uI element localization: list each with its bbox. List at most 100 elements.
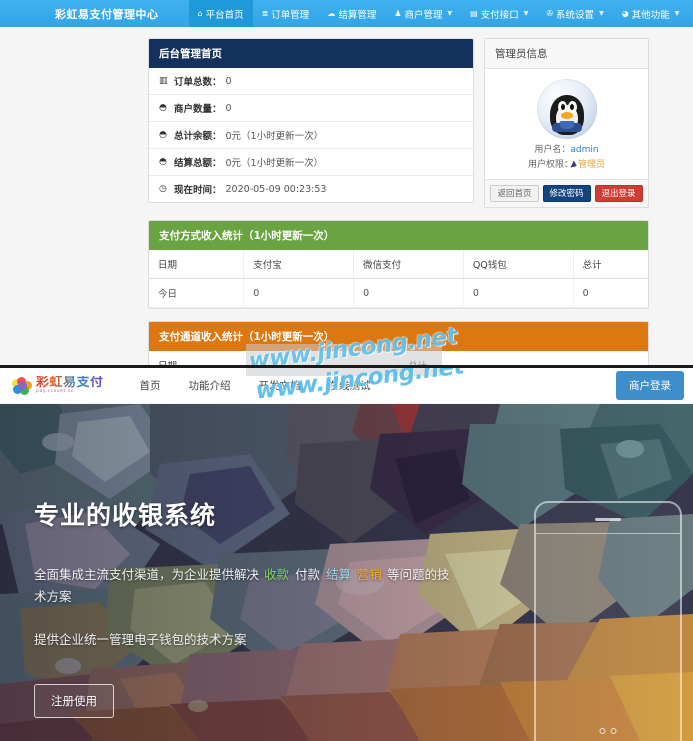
hero-content: 专业的收银系统 全面集成主流支付渠道，为企业提供解决 收款 付款 结算 营销 等… bbox=[34, 496, 454, 718]
stat-row-total-settlement: ◓ 结算总额： 0元（1小时更新一次） bbox=[149, 149, 473, 176]
chevron-down-icon: ▼ bbox=[447, 10, 453, 17]
chevron-down-icon: ▼ bbox=[599, 10, 604, 17]
hero-subtitle: 全面集成主流支付渠道，为企业提供解决 收款 付款 结算 营销 等问题的技术方案 bbox=[34, 564, 454, 608]
admin-info-body: 用户名：admin 用户权限： 管理员 bbox=[485, 69, 648, 179]
nav-item-payment-interface[interactable]: ▤ 支付接口 ▼ bbox=[461, 0, 537, 27]
stat-value: 2020-05-09 00:23:53 bbox=[225, 183, 327, 195]
nav-item-system-settings[interactable]: ✇ 系统设置 ▼ bbox=[537, 0, 612, 27]
screenshot-divider bbox=[0, 365, 693, 368]
dashboard-panel: 后台管理首页 ▥ 订单总数： 0 ◓ 商户数量： 0 ◓ 总计余额： 0元（1小… bbox=[148, 38, 474, 203]
nav-item-other-functions[interactable]: ◕ 其他功能 ▼ bbox=[613, 0, 689, 27]
chevron-down-icon: ▼ bbox=[523, 10, 529, 17]
payment-method-income-panel: 支付方式收入统计（1小时更新一次） 日期 支付宝 微信支付 QQ钱包 总计 今日… bbox=[148, 220, 649, 310]
col-qq-wallet: QQ钱包 bbox=[463, 250, 574, 280]
admin-nav-list: ⌂ 平台首页 ≣ 订单管理 ☁ 结算管理 ♟ 商户管理 ▼ ▤ 支付接口 ▼ ✇… bbox=[188, 0, 689, 27]
merchant-login-button[interactable]: 商户登录 bbox=[616, 371, 684, 400]
card-icon: ▤ bbox=[470, 8, 478, 18]
gear-icon: ✇ bbox=[546, 8, 554, 18]
table-row: 今日 0 0 0 0 bbox=[149, 278, 648, 309]
role-value: 管理员 bbox=[578, 160, 606, 170]
dashboard-column: 后台管理首页 ▥ 订单总数： 0 ◓ 商户数量： 0 ◓ 总计余额： 0元（1小… bbox=[148, 38, 474, 215]
phone-screen bbox=[536, 533, 680, 741]
stat-label: 订单总数： bbox=[174, 77, 222, 88]
stat-label: 结算总额： bbox=[174, 158, 222, 169]
admin-role-row: 用户权限： 管理员 bbox=[491, 158, 642, 173]
stat-label: 现在时间： bbox=[174, 185, 222, 196]
payment-method-income-title: 支付方式收入统计（1小时更新一次） bbox=[149, 221, 648, 251]
nav-label: 其他功能 bbox=[631, 9, 670, 21]
admin-info-title: 管理员信息 bbox=[485, 39, 648, 69]
nav-label: 平台首页 bbox=[205, 9, 244, 21]
keyword-settlement: 结算 bbox=[325, 567, 351, 582]
site-nav-links: 首页 功能介绍 开发文档 在线测试 bbox=[140, 378, 371, 393]
drop-icon: ◓ bbox=[159, 130, 167, 140]
nav-item-merchant-management[interactable]: ♟ 商户管理 ▼ bbox=[385, 0, 461, 27]
bar-chart-icon: ▥ bbox=[159, 76, 168, 86]
admin-username-row: 用户名：admin bbox=[491, 143, 642, 158]
avatar bbox=[536, 79, 597, 139]
nav-label: 商户管理 bbox=[404, 9, 443, 21]
drop-icon: ◓ bbox=[159, 157, 167, 167]
phone-mockup bbox=[534, 501, 682, 741]
globe-icon: ◕ bbox=[621, 8, 629, 18]
stat-row-merchant-count: ◓ 商户数量： 0 bbox=[149, 95, 473, 122]
hero-subtitle-2: 提供企业统一管理电子钱包的技术方案 bbox=[34, 632, 247, 647]
col-alipay: 支付宝 bbox=[243, 250, 355, 280]
change-password-button[interactable]: 修改密码 bbox=[542, 185, 591, 203]
table-header-row: 日期 支付宝 微信支付 QQ钱包 总计 bbox=[149, 250, 648, 280]
stat-value: 0 bbox=[225, 102, 232, 114]
chevron-down-icon: ▼ bbox=[674, 10, 680, 17]
site-logo[interactable]: 彩虹易支付 pay.ccvvet.cc bbox=[0, 376, 104, 395]
cell-total: 0 bbox=[573, 278, 648, 309]
nav-item-platform-home[interactable]: ⌂ 平台首页 bbox=[188, 0, 253, 27]
stat-value: 0元（1小时更新一次） bbox=[225, 131, 324, 142]
admin-brand: 彩虹易支付管理中心 bbox=[55, 7, 159, 21]
role-label: 用户权限： bbox=[527, 160, 573, 170]
stat-value: 0元（1小时更新一次） bbox=[225, 158, 324, 169]
nav-watermark-backdrop bbox=[246, 368, 442, 376]
nav-item-settlement-management[interactable]: ☁ 结算管理 bbox=[318, 0, 385, 27]
username-label: 用户名： bbox=[534, 145, 571, 155]
nav-label: 结算管理 bbox=[338, 9, 377, 21]
nav-label: 订单管理 bbox=[271, 9, 310, 21]
site-logo-subtitle: pay.ccvvet.cc bbox=[36, 389, 75, 395]
dot-icon bbox=[610, 728, 617, 734]
cell-date: 今日 bbox=[149, 278, 245, 309]
register-button[interactable]: 注册使用 bbox=[34, 684, 114, 718]
hero-title: 专业的收银系统 bbox=[34, 501, 217, 530]
admin-navbar: 彩虹易支付管理中心 ⌂ 平台首页 ≣ 订单管理 ☁ 结算管理 ♟ 商户管理 ▼ … bbox=[0, 0, 693, 27]
site-link-dev-docs[interactable]: 开发文档 bbox=[259, 378, 301, 393]
stat-row-current-time: ◷ 现在时间： 2020-05-09 00:23:53 bbox=[149, 176, 473, 202]
nav-item-order-management[interactable]: ≣ 订单管理 bbox=[253, 0, 319, 27]
admin-info-panel: 管理员信息 用户名：admin 用户权限： 管理员 返回首页 修改密码 退出登录 bbox=[484, 38, 649, 209]
hero-section: 专业的收银系统 全面集成主流支付渠道，为企业提供解决 收款 付款 结算 营销 等… bbox=[0, 404, 693, 741]
back-home-button[interactable]: 返回首页 bbox=[490, 185, 539, 203]
username-value: admin bbox=[570, 145, 599, 155]
hero-sub-prefix: 全面集成主流支付渠道，为企业提供解决 bbox=[34, 567, 263, 582]
site-link-home[interactable]: 首页 bbox=[140, 378, 161, 393]
stat-label: 总计余额： bbox=[174, 131, 222, 142]
list-icon: ≣ bbox=[261, 8, 269, 18]
cloud-icon: ☁ bbox=[327, 8, 336, 18]
home-icon: ⌂ bbox=[197, 8, 203, 18]
rainbow-flower-icon bbox=[12, 376, 32, 395]
phone-speaker-icon bbox=[595, 518, 621, 521]
user-icon: ♟ bbox=[394, 8, 402, 18]
cell-wechat-pay: 0 bbox=[353, 278, 464, 309]
stat-value: 0 bbox=[225, 75, 232, 87]
cell-qq-wallet: 0 bbox=[463, 278, 574, 309]
site-link-features[interactable]: 功能介绍 bbox=[189, 378, 231, 393]
admin-top-row: 后台管理首页 ▥ 订单总数： 0 ◓ 商户数量： 0 ◓ 总计余额： 0元（1小… bbox=[148, 38, 649, 220]
keyword-marketing: 营销 bbox=[356, 567, 382, 582]
site-link-online-test[interactable]: 在线测试 bbox=[329, 378, 371, 393]
site-logo-name: 彩虹易支付 bbox=[36, 375, 104, 391]
nav-label: 系统设置 bbox=[556, 9, 595, 21]
logout-button[interactable]: 退出登录 bbox=[594, 185, 643, 203]
dashboard-panel-title: 后台管理首页 bbox=[149, 39, 473, 68]
stat-row-total-balance: ◓ 总计余额： 0元（1小时更新一次） bbox=[149, 122, 473, 149]
keyword-payout: 付款 bbox=[294, 567, 320, 582]
col-wechat-pay: 微信支付 bbox=[353, 250, 464, 280]
drop-icon: ◓ bbox=[159, 103, 167, 113]
nav-label: 支付接口 bbox=[480, 9, 519, 21]
screenshot-root: 彩虹易支付管理中心 ⌂ 平台首页 ≣ 订单管理 ☁ 结算管理 ♟ 商户管理 ▼ … bbox=[0, 0, 693, 741]
